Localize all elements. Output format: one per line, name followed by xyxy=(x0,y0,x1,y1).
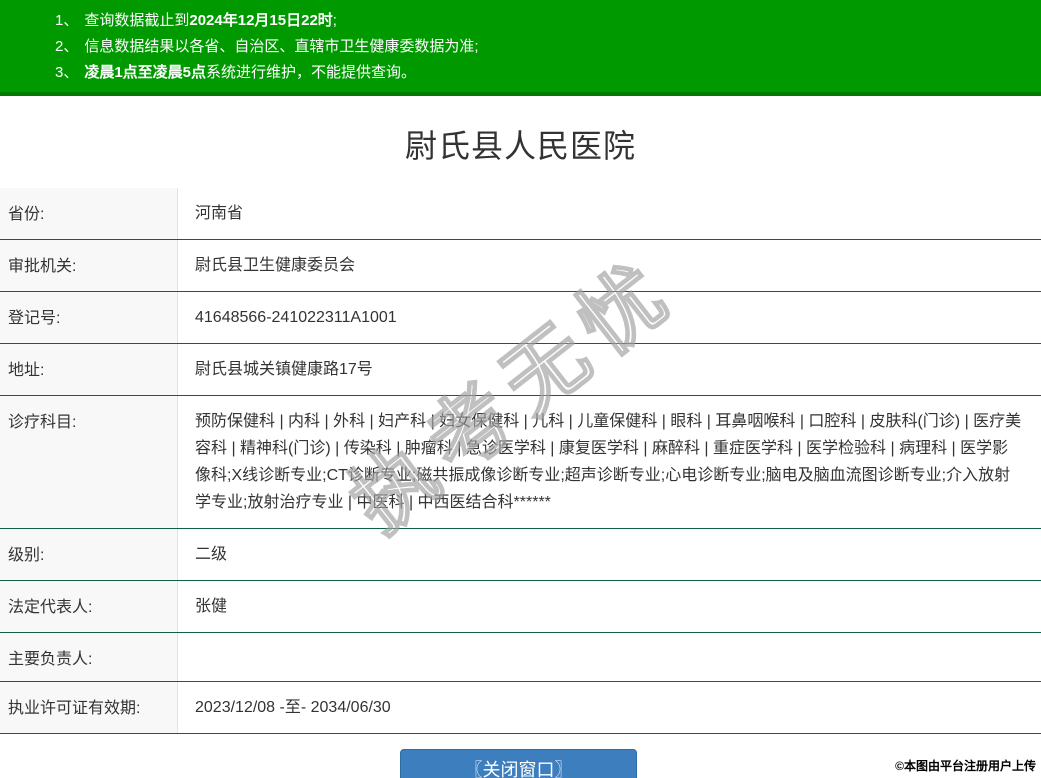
row-label: 主要负责人: xyxy=(0,633,178,681)
table-row-address: 地址: 尉氏县城关镇健康路17号 xyxy=(0,344,1041,396)
row-value xyxy=(178,633,1041,681)
row-label: 省份: xyxy=(0,188,178,239)
notice-text: 查询数据截止到 xyxy=(84,12,189,29)
table-row-legal-representative: 法定代表人: 张健 xyxy=(0,581,1041,633)
notice-text: 系统进行维护，不能提供查询。 xyxy=(206,64,416,81)
notice-line-2: 2、信息数据结果以各省、自治区、直辖市卫生健康委数据为准; xyxy=(55,34,1021,60)
notice-bold-text: 凌晨1点至凌晨5点 xyxy=(84,64,206,81)
row-value: 张健 xyxy=(178,581,1041,632)
row-value: 尉氏县卫生健康委员会 xyxy=(178,240,1041,291)
notice-number: 3、 xyxy=(55,64,78,81)
row-label: 执业许可证有效期: xyxy=(0,682,178,733)
row-label: 审批机关: xyxy=(0,240,178,291)
page-title: 尉氏县人民医院 xyxy=(0,96,1041,188)
row-label: 级别: xyxy=(0,529,178,580)
row-value: 41648566-241022311A1001 xyxy=(178,292,1041,343)
notice-text: 信息数据结果以各省、自治区、直辖市卫生健康委数据为准; xyxy=(84,38,478,55)
row-value: 尉氏县城关镇健康路17号 xyxy=(178,344,1041,395)
table-row-approval-authority: 审批机关: 尉氏县卫生健康委员会 xyxy=(0,240,1041,292)
notice-bold-text: 2024年12月15日22时 xyxy=(189,12,332,29)
row-label: 登记号: xyxy=(0,292,178,343)
notice-number: 1、 xyxy=(55,12,78,29)
notice-text: ; xyxy=(333,12,337,29)
notice-line-1: 1、查询数据截止到2024年12月15日22时; xyxy=(55,8,1021,34)
row-label: 诊疗科目: xyxy=(0,396,178,528)
notice-number: 2、 xyxy=(55,38,78,55)
footer-note: ©本图由平台注册用户上传 xyxy=(895,757,1036,774)
table-row-main-person-in-charge: 主要负责人: xyxy=(0,633,1041,682)
row-label: 法定代表人: xyxy=(0,581,178,632)
row-label: 地址: xyxy=(0,344,178,395)
row-value: 预防保健科 | 内科 | 外科 | 妇产科 | 妇女保健科 | 儿科 | 儿童保… xyxy=(178,396,1041,528)
hospital-info-table: 省份: 河南省 审批机关: 尉氏县卫生健康委员会 登记号: 41648566-2… xyxy=(0,188,1041,734)
notice-banner: 1、查询数据截止到2024年12月15日22时; 2、信息数据结果以各省、自治区… xyxy=(0,0,1041,92)
table-row-level: 级别: 二级 xyxy=(0,529,1041,581)
row-value: 二级 xyxy=(178,529,1041,580)
table-row-license-validity: 执业许可证有效期: 2023/12/08 -至- 2034/06/30 xyxy=(0,682,1041,734)
row-value: 河南省 xyxy=(178,188,1041,239)
row-value: 2023/12/08 -至- 2034/06/30 xyxy=(178,682,1041,733)
notice-line-3: 3、凌晨1点至凌晨5点系统进行维护，不能提供查询。 xyxy=(55,60,1021,86)
table-row-medical-departments: 诊疗科目: 预防保健科 | 内科 | 外科 | 妇产科 | 妇女保健科 | 儿科… xyxy=(0,396,1041,529)
close-window-button[interactable]: 〖关闭窗口〗 xyxy=(400,749,637,778)
table-row-registration-number: 登记号: 41648566-241022311A1001 xyxy=(0,292,1041,344)
table-row-province: 省份: 河南省 xyxy=(0,188,1041,240)
